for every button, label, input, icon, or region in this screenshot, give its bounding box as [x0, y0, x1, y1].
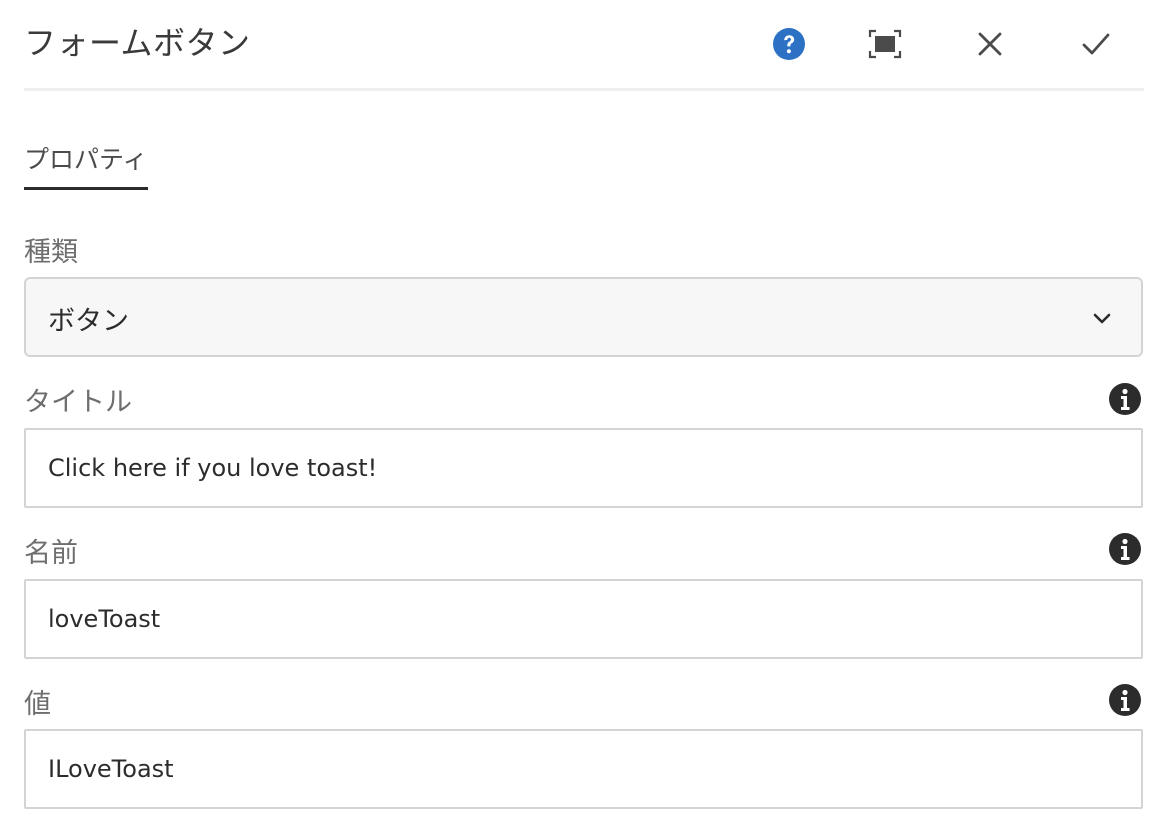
chevron-down-icon: [1093, 313, 1111, 324]
dialog-header: フォームボタン: [24, 0, 1144, 91]
close-icon: [978, 32, 1002, 56]
name-input[interactable]: [24, 579, 1143, 659]
checkmark-icon: [1082, 33, 1110, 55]
help-button[interactable]: [767, 22, 811, 66]
type-label: 種類: [24, 237, 78, 268]
value-input[interactable]: [24, 729, 1143, 809]
dialog-title: フォームボタン: [24, 24, 251, 62]
type-select-value: ボタン: [48, 306, 129, 337]
tab-properties[interactable]: プロパティ: [24, 130, 148, 190]
type-select[interactable]: ボタン: [24, 277, 1143, 357]
info-icon: [1109, 383, 1141, 415]
tab-list: プロパティ: [24, 130, 148, 192]
value-label: 値: [24, 689, 51, 720]
name-label: 名前: [24, 538, 78, 569]
fullscreen-button[interactable]: [863, 22, 907, 66]
question-circle-icon: [773, 28, 805, 60]
title-label: タイトル: [24, 387, 132, 418]
name-info-button[interactable]: [1108, 532, 1142, 566]
done-button[interactable]: [1074, 22, 1118, 66]
form-button-dialog: フォームボタン プロパティ 種類 ボタン タイトル Click here if …: [0, 0, 1166, 834]
title-info-button[interactable]: [1108, 382, 1142, 416]
title-input[interactable]: [24, 428, 1143, 508]
info-icon: [1109, 533, 1141, 565]
fullscreen-icon: [868, 29, 902, 59]
value-info-button[interactable]: [1108, 683, 1142, 717]
cancel-button[interactable]: [968, 22, 1012, 66]
info-icon: [1109, 684, 1141, 716]
